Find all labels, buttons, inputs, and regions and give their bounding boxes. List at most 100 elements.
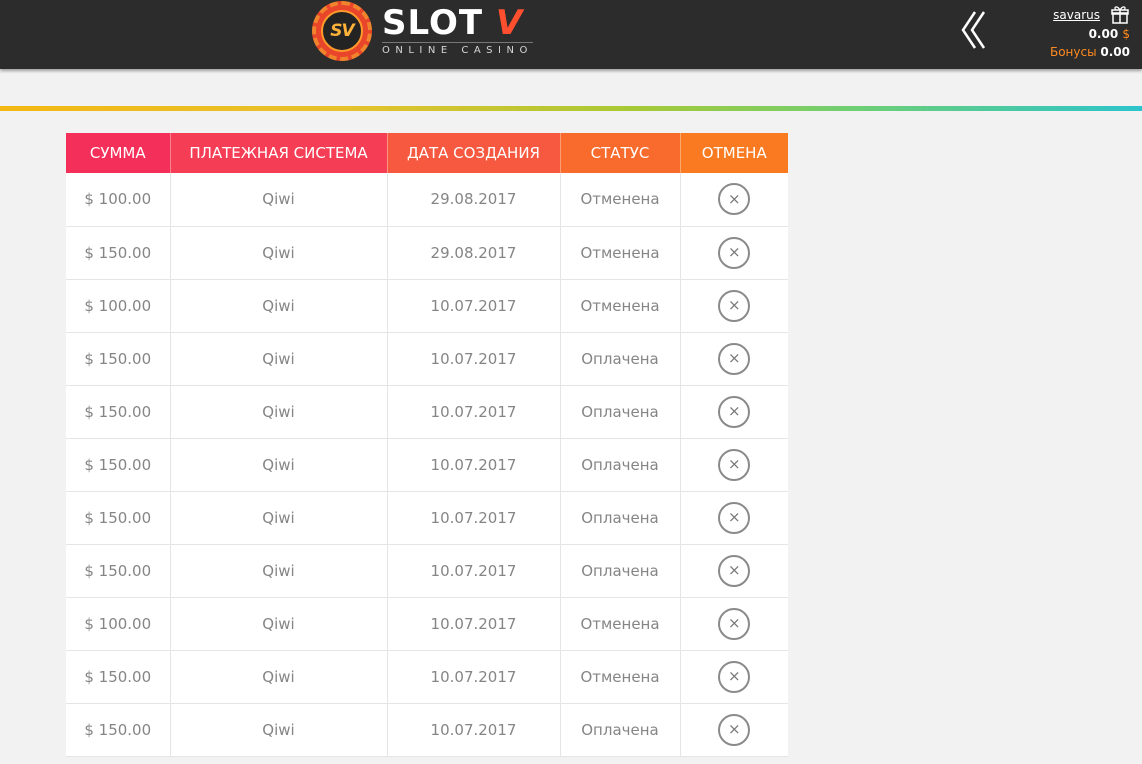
cell-amount: $ 100.00: [66, 597, 171, 651]
cell-amount: $ 150.00: [66, 226, 171, 280]
cell-payment-system: Qiwi: [170, 226, 388, 280]
cell-cancel: ×: [680, 279, 788, 333]
cell-cancel: ×: [680, 703, 788, 757]
gift-icon[interactable]: [1110, 5, 1130, 25]
cell-status: Оплачена: [560, 544, 681, 598]
cell-payment-system: Qiwi: [170, 650, 388, 704]
cell-cancel: ×: [680, 332, 788, 386]
cell-amount: $ 150.00: [66, 544, 171, 598]
table-row: $ 150.00 Qiwi 10.07.2017 Оплачена ×: [66, 438, 788, 492]
logo-subtitle: ONLINE CASINO: [382, 41, 533, 56]
close-circle-icon[interactable]: ×: [718, 448, 751, 481]
balance-currency: $: [1122, 27, 1130, 41]
table-row: $ 100.00 Qiwi 10.07.2017 Отменена ×: [66, 597, 788, 651]
cell-payment-system: Qiwi: [170, 173, 388, 227]
cell-cancel: ×: [680, 173, 788, 227]
cell-payment-system: Qiwi: [170, 703, 388, 757]
cell-cancel: ×: [680, 650, 788, 704]
table-row: $ 150.00 Qiwi 10.07.2017 Отменена ×: [66, 650, 788, 704]
cell-payment-system: Qiwi: [170, 332, 388, 386]
logo-text: SLOT V ONLINE CASINO: [382, 6, 533, 56]
top-bar: SV SLOT V ONLINE CASINO savarus 0.00 $ Б…: [0, 0, 1142, 69]
cell-date: 10.07.2017: [387, 279, 561, 333]
cell-status: Отменена: [560, 173, 681, 227]
cell-cancel: ×: [680, 491, 788, 545]
cell-amount: $ 150.00: [66, 385, 171, 439]
close-circle-icon[interactable]: ×: [718, 236, 751, 269]
close-circle-icon[interactable]: ×: [718, 660, 751, 693]
cell-date: 10.07.2017: [387, 544, 561, 598]
cell-amount: $ 150.00: [66, 650, 171, 704]
table-row: $ 150.00 Qiwi 10.07.2017 Оплачена ×: [66, 385, 788, 439]
column-date: ДАТА СОЗДАНИЯ: [387, 133, 561, 173]
cell-amount: $ 150.00: [66, 332, 171, 386]
cell-cancel: ×: [680, 438, 788, 492]
gradient-divider: [0, 106, 1142, 111]
cell-date: 10.07.2017: [387, 703, 561, 757]
cell-status: Оплачена: [560, 491, 681, 545]
bonus: Бонусы 0.00: [1050, 45, 1130, 59]
column-payment-system: ПЛАТЕЖНАЯ СИСТЕМА: [170, 133, 388, 173]
table-row: $ 100.00 Qiwi 10.07.2017 Отменена ×: [66, 279, 788, 333]
close-circle-icon[interactable]: ×: [718, 289, 751, 322]
column-status: СТАТУС: [560, 133, 681, 173]
cell-date: 10.07.2017: [387, 491, 561, 545]
table-row: $ 150.00 Qiwi 29.08.2017 Отменена ×: [66, 226, 788, 280]
logo-chip-icon: SV: [312, 1, 372, 61]
cell-amount: $ 150.00: [66, 438, 171, 492]
double-chevron-left-icon[interactable]: [958, 8, 988, 52]
column-cancel: ОТМЕНА: [680, 133, 788, 173]
table-row: $ 150.00 Qiwi 10.07.2017 Оплачена ×: [66, 491, 788, 545]
cell-date: 29.08.2017: [387, 226, 561, 280]
close-circle-icon[interactable]: ×: [718, 395, 751, 428]
cell-status: Оплачена: [560, 438, 681, 492]
cell-date: 29.08.2017: [387, 173, 561, 227]
cell-payment-system: Qiwi: [170, 544, 388, 598]
cell-payment-system: Qiwi: [170, 385, 388, 439]
cell-status: Оплачена: [560, 332, 681, 386]
cell-payment-system: Qiwi: [170, 597, 388, 651]
logo-title: SLOT V: [382, 6, 533, 40]
table-header-row: СУММА ПЛАТЕЖНАЯ СИСТЕМА ДАТА СОЗДАНИЯ СТ…: [66, 133, 788, 173]
table-row: $ 150.00 Qiwi 10.07.2017 Оплачена ×: [66, 544, 788, 598]
cell-payment-system: Qiwi: [170, 491, 388, 545]
cell-amount: $ 150.00: [66, 703, 171, 757]
cell-payment-system: Qiwi: [170, 438, 388, 492]
close-circle-icon[interactable]: ×: [718, 342, 751, 375]
cell-payment-system: Qiwi: [170, 279, 388, 333]
cell-cancel: ×: [680, 544, 788, 598]
cell-amount: $ 100.00: [66, 173, 171, 227]
cell-cancel: ×: [680, 226, 788, 280]
logo-title-accent: V: [495, 2, 524, 43]
table-row: $ 150.00 Qiwi 10.07.2017 Оплачена ×: [66, 703, 788, 757]
bonus-value: 0.00: [1100, 45, 1130, 59]
cell-status: Отменена: [560, 597, 681, 651]
cell-date: 10.07.2017: [387, 650, 561, 704]
username-link[interactable]: savarus: [1053, 8, 1100, 22]
close-circle-icon[interactable]: ×: [718, 501, 751, 534]
logo-title-main: SLOT: [382, 2, 484, 43]
balance-value: 0.00: [1088, 27, 1119, 41]
cell-cancel: ×: [680, 385, 788, 439]
cell-date: 10.07.2017: [387, 438, 561, 492]
close-circle-icon[interactable]: ×: [718, 713, 751, 746]
payments-table: СУММА ПЛАТЕЖНАЯ СИСТЕМА ДАТА СОЗДАНИЯ СТ…: [66, 133, 788, 757]
close-circle-icon[interactable]: ×: [718, 183, 751, 216]
site-logo[interactable]: SV SLOT V ONLINE CASINO: [312, 0, 533, 62]
cell-amount: $ 100.00: [66, 279, 171, 333]
logo-badge: SV: [321, 10, 363, 52]
cell-status: Отменена: [560, 226, 681, 280]
balance: 0.00 $: [1050, 27, 1130, 41]
table-row: $ 150.00 Qiwi 10.07.2017 Оплачена ×: [66, 332, 788, 386]
cell-status: Отменена: [560, 650, 681, 704]
close-circle-icon[interactable]: ×: [718, 554, 751, 587]
column-amount: СУММА: [66, 133, 171, 173]
cell-cancel: ×: [680, 597, 788, 651]
bonus-label: Бонусы: [1049, 45, 1097, 59]
cell-status: Оплачена: [560, 385, 681, 439]
close-circle-icon[interactable]: ×: [718, 607, 751, 640]
cell-date: 10.07.2017: [387, 597, 561, 651]
cell-amount: $ 150.00: [66, 491, 171, 545]
cell-status: Оплачена: [560, 703, 681, 757]
cell-date: 10.07.2017: [387, 385, 561, 439]
